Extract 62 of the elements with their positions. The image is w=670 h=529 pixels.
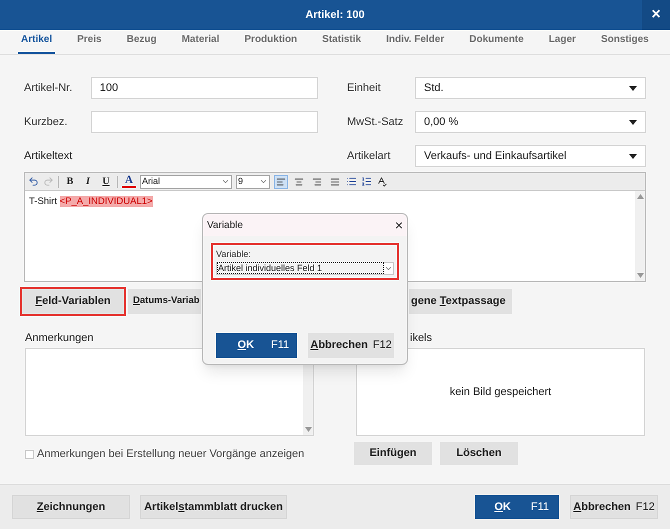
tab[interactable]: Material [178, 32, 222, 54]
tab[interactable]: Bezug [124, 32, 160, 54]
footer-button[interactable]: Artikelstammblatt drucken [140, 495, 287, 519]
field-label: Artikelart [347, 148, 392, 164]
chevron-down-icon [221, 177, 230, 186]
tab[interactable]: Produktion [241, 32, 300, 54]
field-label: Kurzbez. [24, 114, 68, 130]
spellcheck-icon[interactable] [376, 176, 387, 187]
field-label: Variable: [216, 248, 252, 261]
numbered-list-icon[interactable] [361, 176, 372, 187]
close-button[interactable]: × [394, 218, 403, 232]
field-label: Artikel-Nr. [24, 80, 74, 96]
dropdown-caret-icon [629, 86, 637, 90]
ok-button[interactable]: OK F11 [216, 333, 298, 358]
footer-button[interactable]: Zeichnungen [12, 495, 130, 519]
empty-image-text: kein Bild gespeichert [450, 384, 552, 400]
checkbox-label: Anmerkungen bei Erstellung neuer Vorgänge anzeigen [37, 447, 304, 462]
cancel-button[interactable]: Abbrechen F12 [570, 495, 658, 519]
input-field[interactable]: 100 [90, 77, 318, 99]
format-button[interactable]: I [81, 174, 95, 189]
text-insert-button[interactable]: Feld-Variablen [22, 289, 124, 314]
variable-dropdown[interactable]: Artikel individuelles Feld 1 [216, 262, 394, 274]
tab[interactable]: Statistik [319, 32, 364, 54]
cancel-button[interactable]: Abbrechen F12 [308, 333, 394, 358]
checkbox[interactable] [25, 450, 34, 459]
section-label: Artikeltext [24, 148, 74, 164]
tab[interactable]: Sonstiges [598, 32, 652, 54]
notes-textarea[interactable] [25, 348, 314, 436]
image-button[interactable]: Einfügen [354, 442, 432, 465]
font-color-button[interactable]: A [122, 175, 136, 188]
field-label: Einheit [347, 80, 382, 96]
format-button[interactable]: U [99, 174, 113, 189]
image-button[interactable]: Löschen [440, 442, 518, 465]
dialog-title: Variable [207, 218, 243, 232]
editor-text: T-Shirt [29, 196, 58, 207]
dropdown-caret-icon [629, 154, 637, 158]
ok-button[interactable]: OK F11 [475, 495, 559, 519]
dropdown-caret-icon [629, 120, 637, 124]
size-dropdown[interactable]: 9 [236, 174, 270, 188]
text-insert-button[interactable]: gene Textpassage [409, 289, 512, 314]
variable-highlight: <P_A_INDIVIDUAL1> [60, 196, 153, 207]
dropdown[interactable]: Std. [415, 77, 646, 99]
bullet-list-icon[interactable] [346, 176, 357, 187]
tab[interactable]: Lager [546, 32, 579, 54]
section-label: ikels [410, 331, 432, 346]
tab[interactable]: Preis [74, 32, 105, 54]
dropdown[interactable]: 0,00 % [415, 111, 646, 133]
field-label: MwSt.-Satz [347, 114, 404, 130]
window-title: Artikel: 100 [305, 8, 365, 23]
chevron-down-icon [259, 177, 268, 186]
tab[interactable]: Indiv. Felder [383, 32, 448, 54]
undo-icon[interactable] [28, 176, 39, 187]
section-label: Anmerkungen [25, 331, 94, 346]
font-dropdown[interactable]: Arial [140, 174, 232, 188]
dropdown[interactable]: Verkaufs- und Einkaufsartikel [415, 145, 646, 167]
close-button[interactable]: × [642, 0, 670, 30]
align-button[interactable] [274, 174, 288, 188]
text-insert-button[interactable]: Datums-Variab [128, 289, 201, 314]
tab[interactable]: Dokumente [466, 32, 527, 54]
format-button[interactable]: B [63, 174, 77, 189]
input-field[interactable] [90, 111, 318, 133]
tab[interactable]: Artikel [18, 32, 56, 54]
